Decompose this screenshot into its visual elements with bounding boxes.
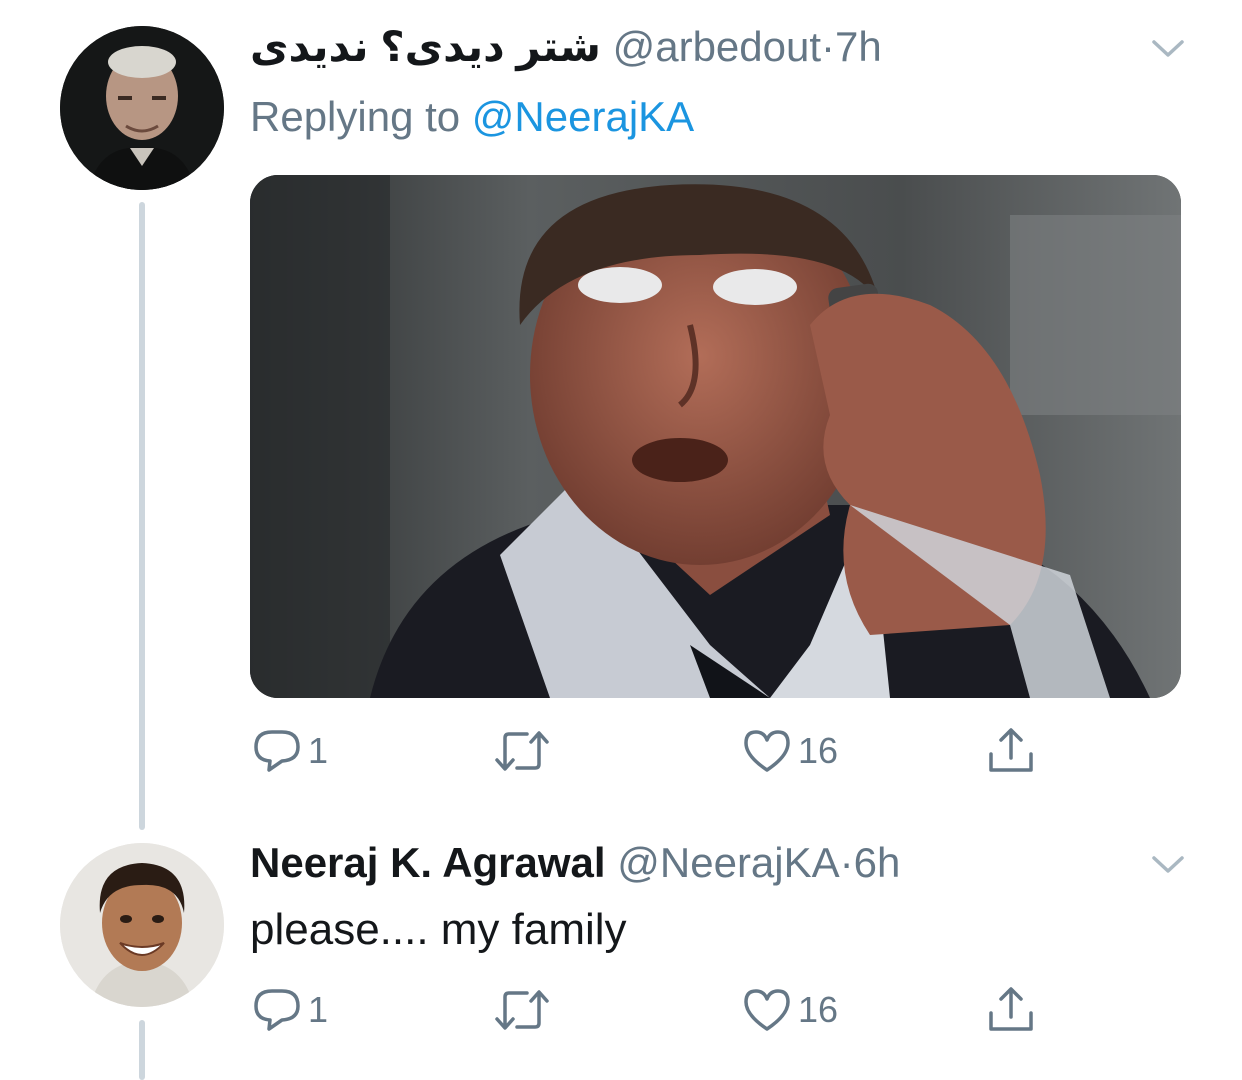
smiling-man-avatar-image xyxy=(60,843,224,1007)
retweet-icon xyxy=(495,990,549,1030)
reply-count: 1 xyxy=(308,989,329,1030)
share-button[interactable] xyxy=(986,985,1036,1035)
tweet-header: شتر دیدی؟ ندیدی @arbedout·7h xyxy=(250,22,882,72)
avatar[interactable] xyxy=(60,843,224,1007)
man-portrait-avatar-image xyxy=(60,26,224,190)
thread-line xyxy=(139,202,145,830)
thread-line xyxy=(139,1020,145,1080)
replying-to: Replying to @NeerajKA xyxy=(250,92,694,142)
tweet-media[interactable] xyxy=(250,175,1181,698)
replying-prefix: Replying to xyxy=(250,93,461,140)
separator-dot: · xyxy=(839,839,854,886)
reply-button[interactable]: 1 xyxy=(252,726,328,776)
user-handle[interactable]: @NeerajKA xyxy=(617,839,839,886)
tweet-header: Neeraj K. Agrawal @NeerajKA·6h xyxy=(250,838,900,888)
like-icon xyxy=(744,989,790,1031)
reply-icon xyxy=(254,989,300,1031)
mention-link[interactable]: @NeerajKA xyxy=(472,93,694,140)
reply-icon xyxy=(254,730,300,772)
retweet-icon xyxy=(495,731,549,771)
share-icon xyxy=(989,728,1033,772)
chevron-down-icon[interactable] xyxy=(1148,34,1188,62)
like-icon xyxy=(744,730,790,772)
user-handle[interactable]: @arbedout xyxy=(613,23,821,70)
share-icon xyxy=(989,987,1033,1031)
display-name[interactable]: Neeraj K. Agrawal xyxy=(250,839,606,886)
timestamp[interactable]: 7h xyxy=(835,23,882,70)
like-button[interactable]: 16 xyxy=(742,726,838,776)
chevron-down-icon[interactable] xyxy=(1148,850,1188,878)
like-button[interactable]: 16 xyxy=(742,985,838,1035)
like-count: 16 xyxy=(798,730,839,771)
like-count: 16 xyxy=(798,989,839,1030)
share-button[interactable] xyxy=(986,726,1036,776)
display-name[interactable]: شتر دیدی؟ ندیدی xyxy=(250,23,601,70)
gif-man-on-phone-eyes-rolled xyxy=(250,175,1181,698)
timestamp[interactable]: 6h xyxy=(854,839,901,886)
separator-dot: · xyxy=(821,23,836,70)
avatar[interactable] xyxy=(60,26,224,190)
reply-button[interactable]: 1 xyxy=(252,985,328,1035)
retweet-button[interactable] xyxy=(492,726,558,776)
tweet-text: please.... my family xyxy=(250,905,627,954)
reply-count: 1 xyxy=(308,730,329,771)
retweet-button[interactable] xyxy=(492,985,558,1035)
